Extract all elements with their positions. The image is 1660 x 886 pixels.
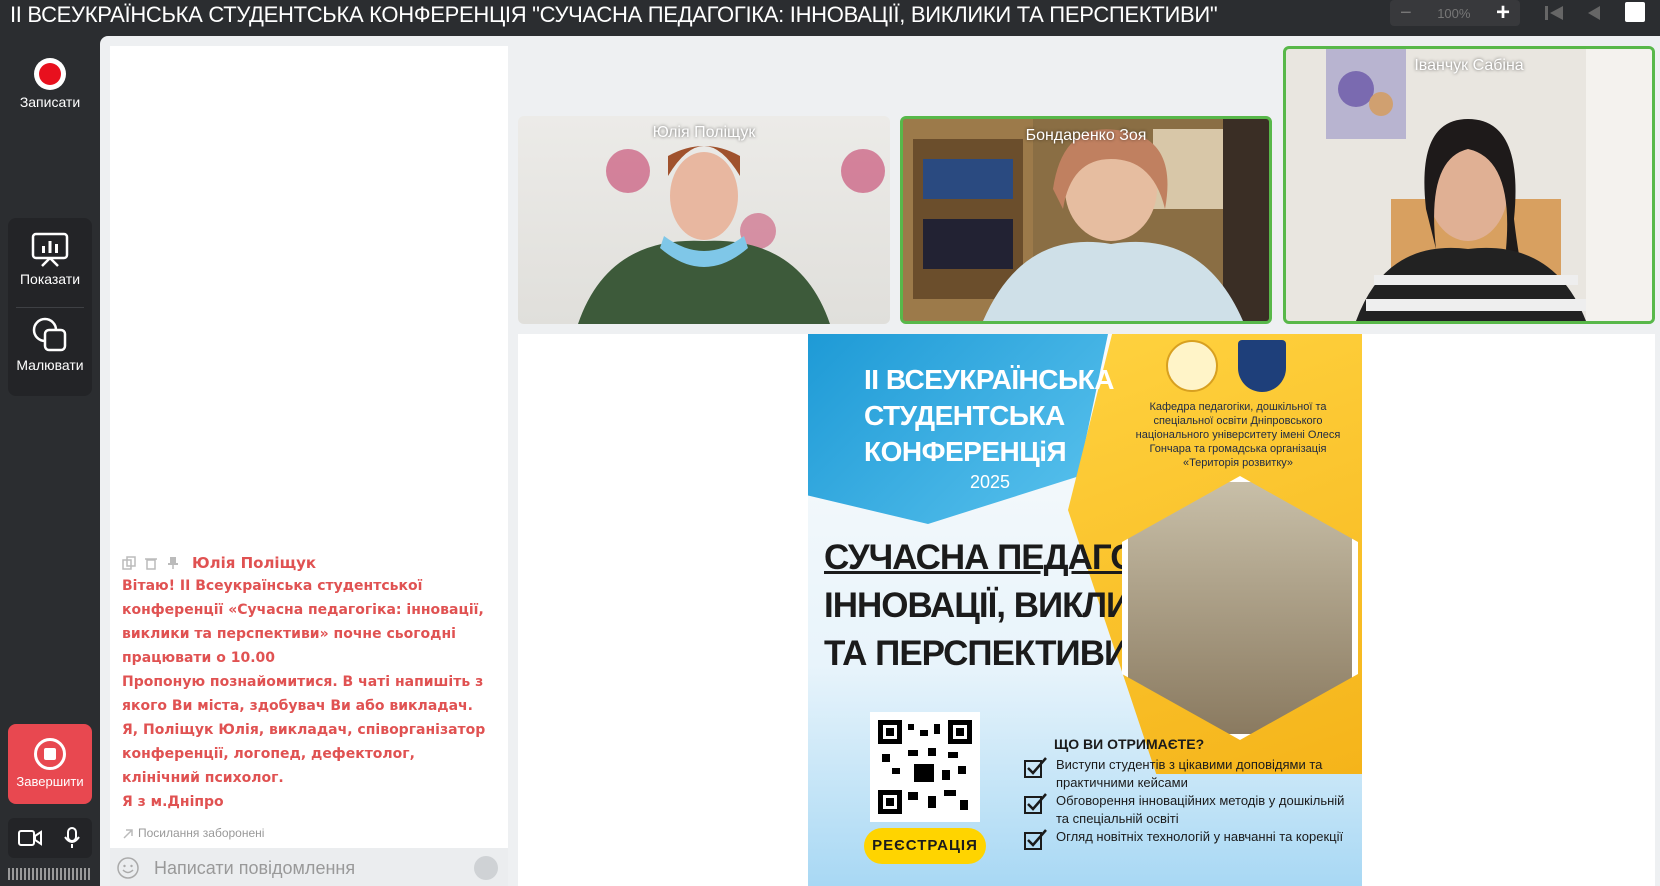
poster-header-line: КОНФЕРЕНЦіЯ bbox=[864, 436, 1067, 467]
pin-icon[interactable] bbox=[166, 556, 180, 570]
poster-year: 2025 bbox=[970, 472, 1011, 492]
benefit-text: Виступи студентів з цікавими доповідями … bbox=[1056, 757, 1323, 790]
previous-page-icon[interactable] bbox=[1585, 4, 1603, 22]
show-label: Показати bbox=[19, 271, 81, 287]
checkbox-checked-icon bbox=[1024, 793, 1047, 814]
record-label: Записати bbox=[19, 94, 81, 110]
participant-name: Бондаренко Зоя bbox=[1025, 127, 1147, 144]
draw-button[interactable]: Малювати bbox=[8, 316, 92, 373]
participant-video bbox=[1326, 49, 1652, 321]
camera-icon[interactable] bbox=[18, 830, 42, 846]
organization-logo bbox=[1166, 340, 1218, 392]
fullscreen-button[interactable] bbox=[1625, 2, 1645, 22]
message-header: Юлія Поліщук bbox=[122, 552, 502, 574]
zoom-out-button[interactable]: − bbox=[1400, 2, 1412, 25]
end-label: Завершити bbox=[16, 774, 84, 789]
chat-input-placeholder: Написати повідомлення bbox=[154, 858, 356, 878]
checkbox-checked-icon bbox=[1024, 829, 1047, 850]
poster-header-line: ІІ ВСЕУКРАЇНСЬКА bbox=[864, 364, 1114, 395]
draw-shapes-icon bbox=[32, 317, 67, 352]
link-icon bbox=[123, 829, 133, 839]
presentation-icon bbox=[31, 232, 69, 267]
register-badge: РЕЄСТРАЦІЯ bbox=[864, 828, 986, 864]
record-icon bbox=[34, 58, 66, 90]
delete-icon[interactable] bbox=[144, 556, 158, 570]
message-line: виклики та перспективи» почне сьогодні bbox=[122, 626, 456, 642]
university-logo bbox=[1238, 340, 1286, 392]
qr-code-icon bbox=[878, 720, 972, 814]
benefits-heading: ЩО ВИ ОТРИМАЄТЕ? bbox=[1054, 736, 1205, 752]
participant-name: Іванчук Сабіна bbox=[1414, 57, 1524, 74]
video-tile[interactable]: Юлія Поліщук bbox=[518, 116, 890, 324]
qr-code bbox=[870, 712, 980, 822]
conference-poster: ІІ ВСЕУКРАЇНСЬКА СТУДЕНТСЬКА КОНФЕРЕНЦіЯ… bbox=[808, 334, 1362, 886]
message-line: клінічний психолог. bbox=[122, 770, 284, 786]
message-line: Я, Поліщук Юлія, викладач, співорганізат… bbox=[122, 722, 486, 738]
message-line: Вітаю! ІІ Всеукраїнська студентської bbox=[122, 578, 423, 594]
record-button[interactable]: Записати bbox=[18, 58, 82, 110]
tools-panel: Показати Малювати bbox=[8, 218, 92, 396]
video-tile-active[interactable]: Бондаренко Зоя bbox=[900, 116, 1272, 324]
poster-department: Кафедра педагогіки, дошкільної та спеціа… bbox=[1135, 401, 1341, 469]
zoom-control: − 100% + bbox=[1390, 0, 1520, 26]
message-line: якого Ви міста, здобувач Ви або викладач… bbox=[122, 698, 473, 714]
benefit-item: Огляд новітніх технологій у навчанні та … bbox=[1024, 828, 1354, 850]
chat-message: Юлія Поліщук Вітаю! ІІ Всеукраїнська сту… bbox=[122, 552, 502, 814]
poster-header-line: СТУДЕНТСЬКА bbox=[864, 400, 1065, 431]
chat-input-bar[interactable]: Написати повідомлення bbox=[110, 848, 508, 886]
benefit-text: Обговорення інноваційних методів у дошкі… bbox=[1056, 793, 1345, 826]
first-page-icon[interactable] bbox=[1543, 4, 1565, 22]
audio-level-meter bbox=[8, 868, 92, 880]
tools-divider bbox=[16, 307, 84, 308]
top-bar: ІІ ВСЕУКРАЇНСЬКА СТУДЕНТСЬКА КОНФЕРЕНЦІЯ… bbox=[0, 0, 1660, 34]
benefit-item: Виступи студентів з цікавими доповідями … bbox=[1024, 756, 1354, 792]
links-forbidden-note: Посилання заборонені bbox=[122, 826, 264, 840]
message-line: Я з м.Дніпро bbox=[122, 794, 224, 810]
checkbox-checked-icon bbox=[1024, 757, 1047, 778]
message-line: працювати о 10.00 bbox=[122, 650, 276, 666]
links-note-text: Посилання заборонені bbox=[138, 826, 265, 840]
meeting-title: ІІ ВСЕУКРАЇНСЬКА СТУДЕНТСЬКА КОНФЕРЕНЦІЯ… bbox=[10, 2, 1218, 27]
media-controls bbox=[8, 818, 92, 858]
draw-label: Малювати bbox=[16, 357, 84, 373]
participant-video bbox=[903, 119, 1269, 321]
poster-header: ІІ ВСЕУКРАЇНСЬКА СТУДЕНТСЬКА КОНФЕРЕНЦіЯ bbox=[864, 362, 1114, 470]
zoom-level: 100% bbox=[1437, 5, 1471, 21]
stop-icon bbox=[34, 738, 66, 770]
message-line: Пропоную познайомитися. В чаті напишіть … bbox=[122, 674, 484, 690]
show-button[interactable]: Показати bbox=[8, 232, 92, 287]
benefit-item: Обговорення інноваційних методів у дошкі… bbox=[1024, 792, 1354, 828]
copy-icon[interactable] bbox=[122, 556, 136, 570]
message-line: конференції «Сучасна педагогіка: інновац… bbox=[122, 602, 484, 618]
send-icon[interactable] bbox=[474, 856, 498, 880]
microphone-icon[interactable] bbox=[64, 827, 80, 849]
video-tile-active[interactable]: Іванчук Сабіна bbox=[1283, 46, 1655, 324]
message-line: конференції, логопед, дефектолог, bbox=[122, 746, 415, 762]
benefit-text: Огляд новітніх технологій у навчанні та … bbox=[1056, 829, 1344, 844]
left-sidebar: Записати Показати Малювати Завершити bbox=[0, 34, 100, 886]
emoji-icon[interactable] bbox=[116, 856, 140, 880]
participant-name: Юлія Поліщук bbox=[652, 124, 756, 141]
end-meeting-button[interactable]: Завершити bbox=[8, 724, 92, 804]
zoom-in-button[interactable]: + bbox=[1496, 0, 1510, 27]
message-author: Юлія Поліщук bbox=[192, 554, 317, 572]
participant-video bbox=[578, 146, 885, 324]
